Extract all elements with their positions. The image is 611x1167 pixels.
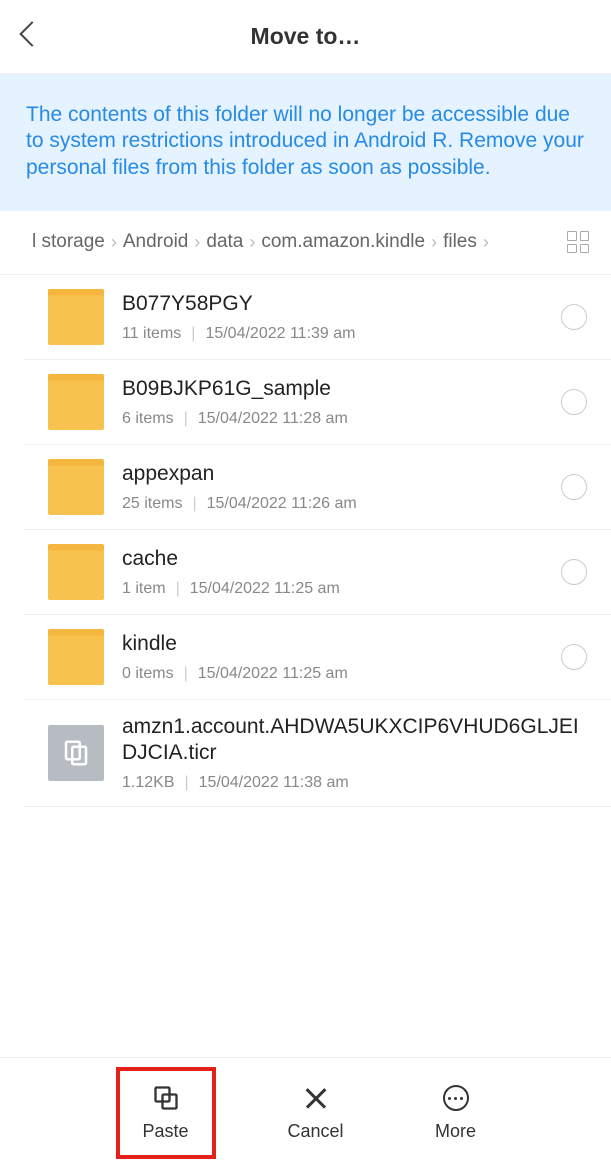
item-name: B077Y58PGY <box>122 291 549 317</box>
cancel-label: Cancel <box>287 1121 343 1142</box>
breadcrumb-row: l storage›Android›data›com.amazon.kindle… <box>0 211 611 275</box>
warning-banner: The contents of this folder will no long… <box>0 74 611 211</box>
header: Move to… <box>0 0 611 74</box>
page-title: Move to… <box>0 23 611 50</box>
chevron-right-icon: › <box>109 232 119 253</box>
item-name: cache <box>122 546 549 572</box>
folder-row[interactable]: cache 1 item|15/04/2022 11:25 am <box>24 530 611 615</box>
folder-icon <box>48 629 104 685</box>
cancel-button[interactable]: Cancel <box>276 1083 356 1142</box>
folder-icon <box>48 374 104 430</box>
item-meta: 25 items|15/04/2022 11:26 am <box>122 495 549 513</box>
folder-row[interactable]: appexpan 25 items|15/04/2022 11:26 am <box>24 445 611 530</box>
folder-icon <box>48 289 104 345</box>
paste-icon <box>151 1083 181 1113</box>
breadcrumb-segment[interactable]: data <box>206 231 243 253</box>
breadcrumb-segment[interactable]: Android <box>123 231 189 253</box>
folder-icon <box>48 459 104 515</box>
select-radio[interactable] <box>561 559 587 585</box>
close-icon <box>301 1083 331 1113</box>
folder-row[interactable]: B077Y58PGY 11 items|15/04/2022 11:39 am <box>24 275 611 360</box>
select-radio[interactable] <box>561 474 587 500</box>
folder-row[interactable]: kindle 0 items|15/04/2022 11:25 am <box>24 615 611 700</box>
item-info: B077Y58PGY 11 items|15/04/2022 11:39 am <box>122 291 549 343</box>
paste-label: Paste <box>142 1121 188 1142</box>
grid-icon <box>567 231 589 253</box>
chevron-right-icon: › <box>429 232 439 253</box>
more-label: More <box>435 1121 476 1142</box>
paste-button[interactable]: Paste <box>116 1067 216 1159</box>
item-info: cache 1 item|15/04/2022 11:25 am <box>122 546 549 598</box>
chevron-left-icon <box>23 25 37 49</box>
item-info: B09BJKP61G_sample 6 items|15/04/2022 11:2… <box>122 376 549 428</box>
item-meta: 1 item|15/04/2022 11:25 am <box>122 580 549 598</box>
chevron-right-icon: › <box>247 232 257 253</box>
breadcrumb-segment[interactable]: com.amazon.kindle <box>261 231 425 253</box>
breadcrumb-segment[interactable]: files <box>443 231 477 253</box>
more-button[interactable]: More <box>416 1083 496 1142</box>
item-meta: 1.12KB|15/04/2022 11:38 am <box>122 774 587 792</box>
file-icon <box>48 725 104 781</box>
item-name: appexpan <box>122 461 549 487</box>
more-icon <box>441 1083 471 1113</box>
file-list: B077Y58PGY11 items|15/04/2022 11:39 amB0… <box>0 275 611 808</box>
item-name: amzn1.account.AHDWA5UKXCIP6VHUD6GLJEIDJC… <box>122 714 587 767</box>
select-radio[interactable] <box>561 389 587 415</box>
select-radio[interactable] <box>561 304 587 330</box>
item-meta: 11 items|15/04/2022 11:39 am <box>122 325 549 343</box>
item-meta: 6 items|15/04/2022 11:28 am <box>122 410 549 428</box>
grid-view-button[interactable] <box>563 227 593 257</box>
file-row[interactable]: amzn1.account.AHDWA5UKXCIP6VHUD6GLJEIDJC… <box>24 700 611 808</box>
breadcrumb[interactable]: l storage›Android›data›com.amazon.kindle… <box>32 231 551 253</box>
breadcrumb-segment[interactable]: l storage <box>32 231 105 253</box>
back-button[interactable] <box>0 0 60 73</box>
folder-icon <box>48 544 104 600</box>
folder-row[interactable]: B09BJKP61G_sample 6 items|15/04/2022 11:2… <box>24 360 611 445</box>
item-info: appexpan 25 items|15/04/2022 11:26 am <box>122 461 549 513</box>
bottom-toolbar: Paste Cancel More <box>0 1057 611 1167</box>
item-info: kindle 0 items|15/04/2022 11:25 am <box>122 631 549 683</box>
item-name: B09BJKP61G_sample <box>122 376 549 402</box>
item-meta: 0 items|15/04/2022 11:25 am <box>122 665 549 683</box>
item-name: kindle <box>122 631 549 657</box>
chevron-right-icon: › <box>481 232 491 253</box>
select-radio[interactable] <box>561 644 587 670</box>
chevron-right-icon: › <box>192 232 202 253</box>
item-info: amzn1.account.AHDWA5UKXCIP6VHUD6GLJEIDJC… <box>122 714 587 793</box>
